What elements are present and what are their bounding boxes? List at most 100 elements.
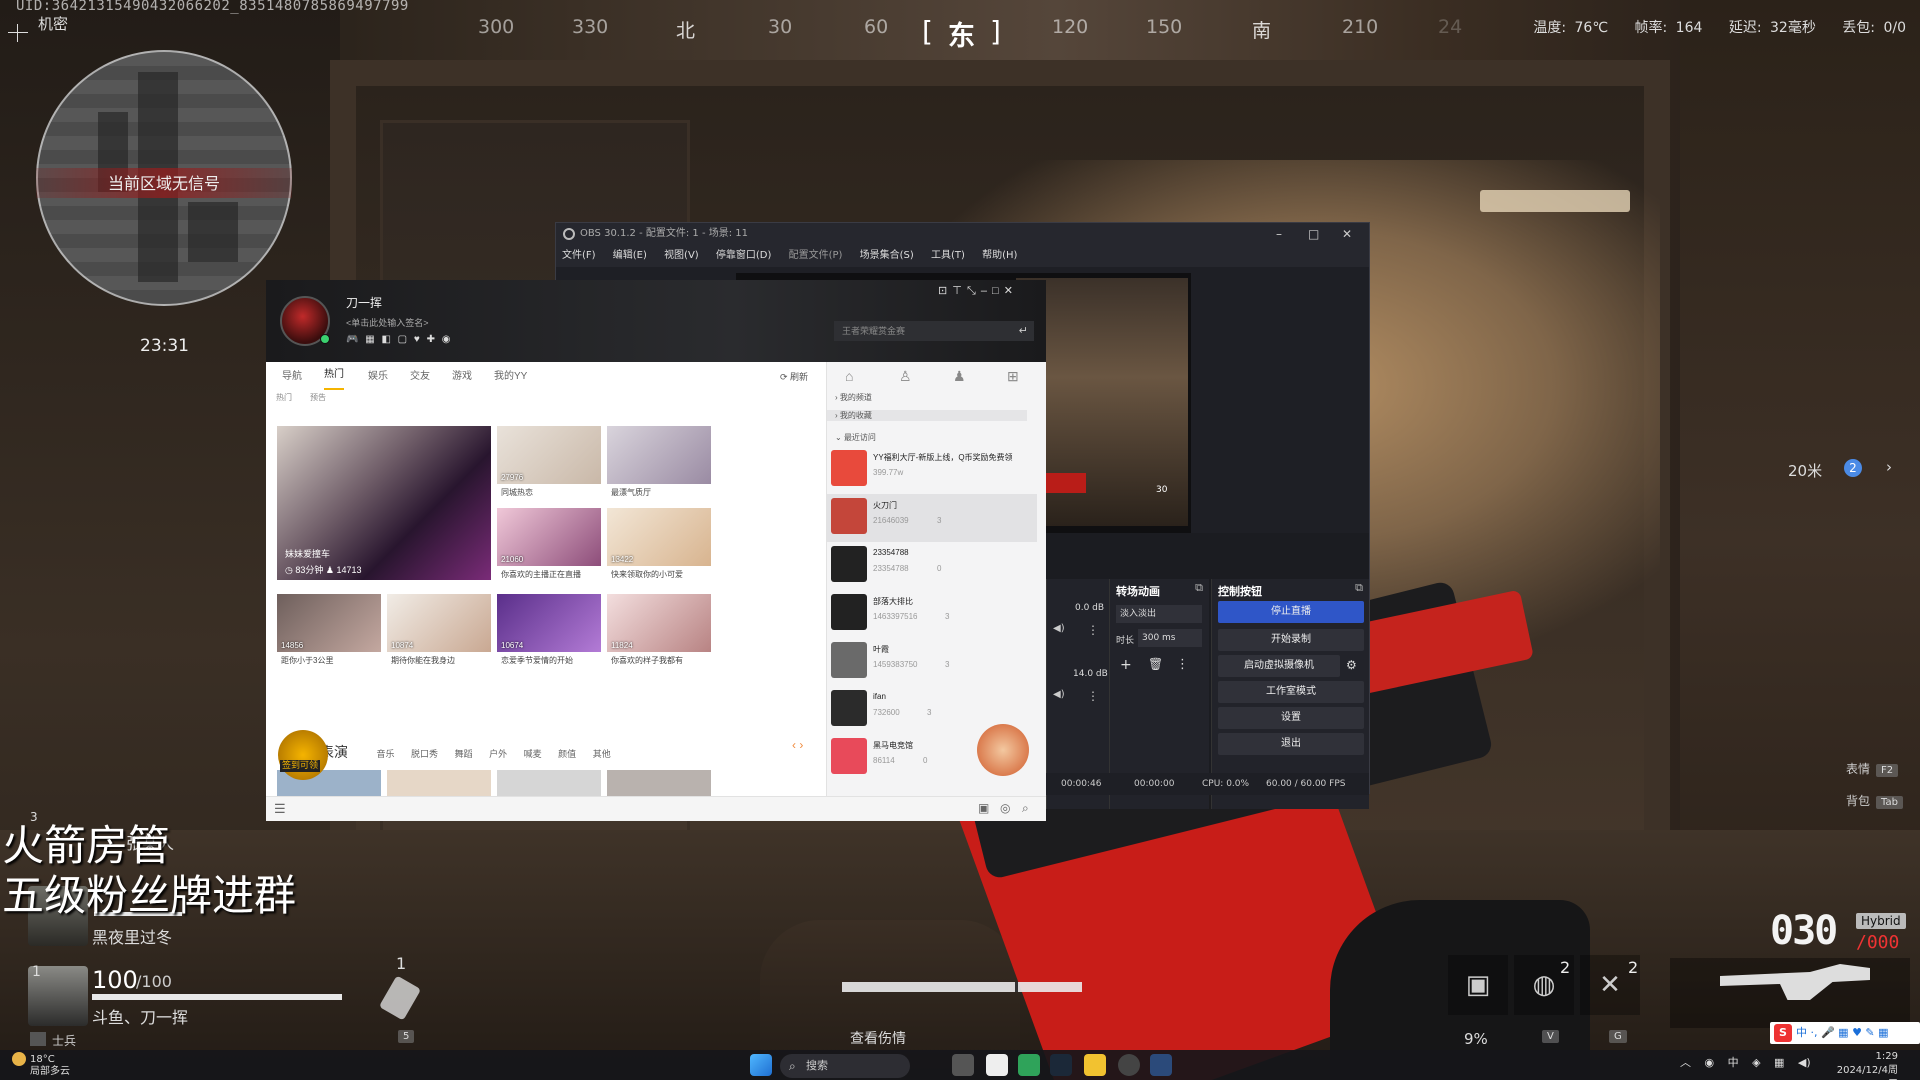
section-favorites[interactable]: › 我的收藏: [827, 410, 1027, 421]
tab-entertainment[interactable]: 娱乐: [368, 362, 388, 392]
stream-card[interactable]: [607, 426, 711, 484]
category-mc[interactable]: 喊麦: [524, 749, 542, 759]
clock[interactable]: 1:29 2024/12/4周三: [1828, 1050, 1898, 1080]
assistant-avatar[interactable]: [977, 724, 1029, 776]
refresh-button[interactable]: ⟳ 刷新: [780, 370, 808, 383]
carousel-arrows[interactable]: ‹ ›: [792, 738, 803, 752]
emote-hint[interactable]: 表情 F2: [1846, 760, 1899, 777]
menu-icon[interactable]: ☰: [274, 801, 286, 817]
studio-mode-button[interactable]: 工作室模式: [1218, 681, 1364, 703]
apps-icon[interactable]: ⊞: [1007, 368, 1019, 385]
shirt-icon[interactable]: ⊤: [952, 285, 962, 297]
menu-edit[interactable]: 编辑(E): [613, 250, 647, 261]
stream-card[interactable]: [387, 770, 491, 796]
system-tray[interactable]: ︿ ◉ 中 ◈ ▦ ◀): [1680, 1054, 1811, 1070]
speaker-icon[interactable]: ◀): [1053, 623, 1065, 634]
menu-view[interactable]: 视图(V): [664, 250, 699, 261]
signature-field[interactable]: <单击此处输入签名>: [346, 316, 429, 329]
tab-hot[interactable]: 热门: [324, 362, 344, 390]
video-icon[interactable]: ▣: [978, 801, 989, 815]
stream-card[interactable]: 27976: [497, 426, 601, 484]
category-outdoor[interactable]: 户外: [489, 749, 507, 759]
start-icon[interactable]: [750, 1054, 772, 1076]
backpack-icon[interactable]: ▣: [1448, 955, 1508, 1015]
weather-widget[interactable]: 18°C 局部多云: [12, 1052, 70, 1078]
list-item[interactable]: 部落大排比 1463397516 3: [827, 590, 1037, 638]
list-item[interactable]: 23354788 23354788 0: [827, 542, 1037, 590]
dock-undock-icon[interactable]: ⧉: [1195, 581, 1203, 595]
stream-card[interactable]: 13422: [607, 508, 711, 566]
app-icon[interactable]: [986, 1054, 1008, 1076]
list-item[interactable]: 火刀门 21646039 3: [827, 494, 1037, 542]
section-my-channels[interactable]: › 我的频道: [835, 392, 872, 403]
duration-spinner[interactable]: 300 ms: [1138, 629, 1202, 647]
subtab-hot[interactable]: 热门: [276, 393, 292, 402]
minimize-icon[interactable]: –: [981, 285, 987, 297]
app-icon[interactable]: [1018, 1054, 1040, 1076]
category-talkshow[interactable]: 脱口秀: [411, 749, 438, 759]
menu-file[interactable]: 文件(F): [562, 250, 596, 261]
trash-icon[interactable]: 🗑: [1148, 657, 1163, 671]
subtab-preview[interactable]: 预告: [310, 393, 326, 402]
obs-icon[interactable]: [1118, 1054, 1140, 1076]
steam-icon[interactable]: [1050, 1054, 1072, 1076]
add-icon[interactable]: +: [1120, 657, 1132, 673]
list-item[interactable]: YY福利大厅-新版上线，Q币奖励免费领 399.77w: [827, 446, 1037, 494]
stop-streaming-button[interactable]: 停止直播: [1218, 601, 1364, 623]
enter-icon[interactable]: ↵: [1019, 321, 1028, 341]
maximize-icon[interactable]: □: [992, 285, 999, 297]
exit-button[interactable]: 退出: [1218, 733, 1364, 755]
kebab-menu-icon[interactable]: ⋮: [1176, 657, 1189, 672]
category-dance[interactable]: 舞蹈: [455, 749, 473, 759]
backpack-hint[interactable]: 背包 Tab: [1846, 792, 1903, 809]
skin-icon[interactable]: ⊡: [938, 285, 947, 297]
menu-scene-collection[interactable]: 场景集合(S): [860, 250, 914, 261]
injury-hint[interactable]: 查看伤情: [850, 1028, 906, 1048]
stream-card[interactable]: 14856: [277, 594, 381, 652]
stream-card[interactable]: 10674: [497, 594, 601, 652]
category-music[interactable]: 音乐: [377, 749, 395, 759]
category-other[interactable]: 其他: [593, 749, 611, 759]
tab-social[interactable]: 交友: [410, 362, 430, 392]
task-view-icon[interactable]: [952, 1054, 974, 1076]
featured-stream-card[interactable]: 妹妹爱撞车 ◷ 83分钟 ♟ 14713: [277, 426, 491, 580]
search-input[interactable]: 王者荣耀赏金赛 ↵: [834, 321, 1034, 341]
search-icon[interactable]: ⌕: [1022, 801, 1029, 816]
shrink-icon[interactable]: ⤡: [967, 285, 976, 297]
tab-my-yy[interactable]: 我的YY: [494, 362, 527, 392]
menu-docks[interactable]: 停靠窗口(D): [716, 250, 772, 261]
taskbar-search[interactable]: ⌕ 搜索: [780, 1054, 910, 1078]
app-icon[interactable]: [1150, 1054, 1172, 1076]
friends-icon[interactable]: ♟: [953, 368, 966, 385]
list-item[interactable]: 叶霞 1459383750 3: [827, 638, 1037, 686]
stream-card[interactable]: 11824: [607, 594, 711, 652]
close-icon[interactable]: ✕: [1342, 223, 1352, 245]
home-icon[interactable]: ⌂: [845, 368, 853, 384]
start-recording-button[interactable]: 开始录制: [1218, 629, 1364, 651]
virtual-camera-button[interactable]: 启动虚拟摄像机: [1218, 655, 1340, 677]
stream-card[interactable]: 21060: [497, 508, 601, 566]
transition-select[interactable]: 淡入淡出: [1116, 605, 1202, 623]
ime-toolbar[interactable]: S 中 ·, 🎤 ▦ ♥ ✎ ▦: [1770, 1022, 1920, 1044]
sign-in-badge[interactable]: 签到可领: [278, 730, 328, 780]
stream-card[interactable]: 10874: [387, 594, 491, 652]
kebab-menu-icon[interactable]: ⋮: [1087, 623, 1099, 637]
settings-button[interactable]: 设置: [1218, 707, 1364, 729]
category-looks[interactable]: 颜值: [558, 749, 576, 759]
kebab-menu-icon[interactable]: ⋮: [1087, 689, 1099, 703]
dock-undock-icon[interactable]: ⧉: [1355, 581, 1363, 595]
minimize-icon[interactable]: –: [1276, 223, 1282, 245]
tab-nav[interactable]: 导航: [282, 362, 302, 392]
yy-window[interactable]: 刀一挥 <单击此处输入签名> 🎮 ▦ ◧ ▢ ♥ ✚ ◉ ⊡ ⊤ ⤡ – □ ✕…: [266, 280, 1046, 821]
tab-games[interactable]: 游戏: [452, 362, 472, 392]
section-recent[interactable]: ⌄ 最近访问: [835, 432, 876, 443]
stream-card[interactable]: [497, 770, 601, 796]
gear-icon[interactable]: ⚙: [1346, 658, 1357, 672]
app-icon[interactable]: [1084, 1054, 1106, 1076]
menu-help[interactable]: 帮助(H): [982, 250, 1017, 261]
speaker-icon[interactable]: ◀): [1053, 689, 1065, 700]
menu-profile[interactable]: 配置文件(P): [789, 250, 843, 261]
menu-tools[interactable]: 工具(T): [931, 250, 965, 261]
user-icon[interactable]: ♙: [899, 368, 912, 385]
stream-card[interactable]: [607, 770, 711, 796]
